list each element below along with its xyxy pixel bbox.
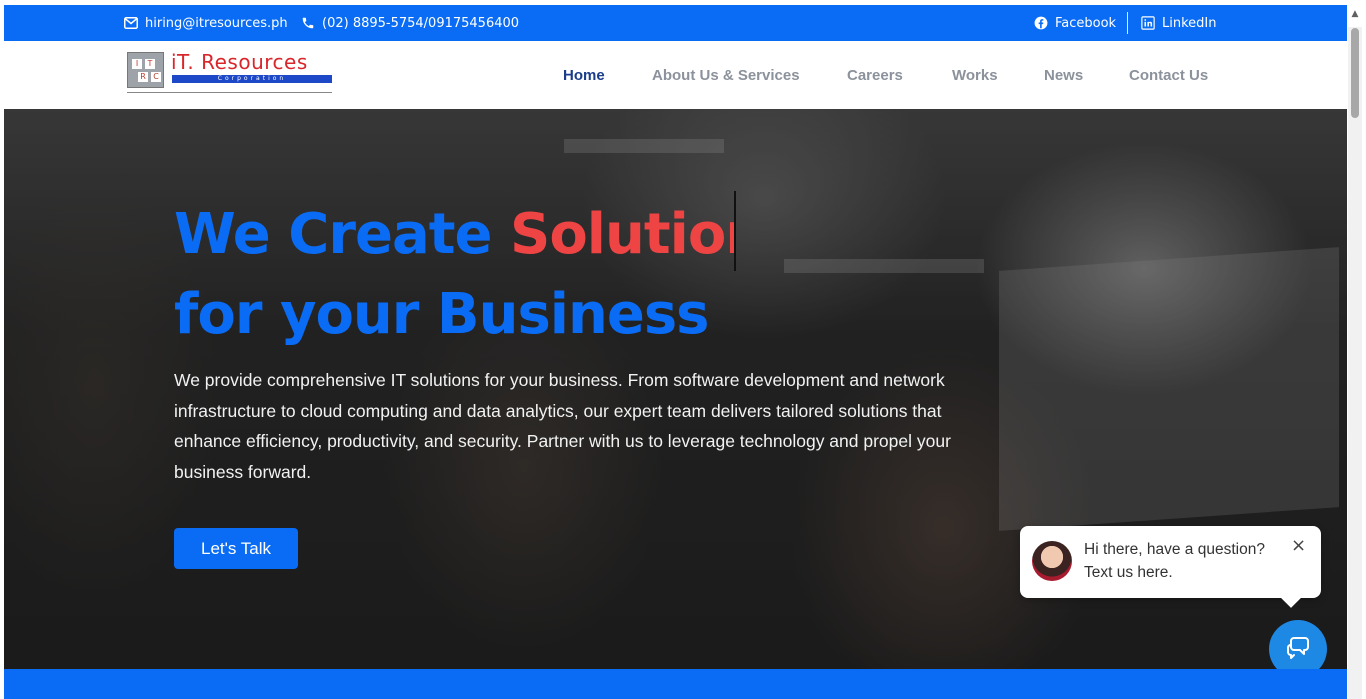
logo-tagline (127, 91, 337, 95)
nav-works[interactable]: Works (952, 67, 998, 84)
phone-text: (02) 8895-5754/09175456400 (322, 15, 520, 31)
logo-corporation: Corporation (172, 75, 332, 83)
company-logo[interactable]: I T R C iT. Resources Corporation (127, 50, 337, 96)
nav-contact-us[interactable]: Contact Us (1129, 67, 1208, 84)
hero-title-line2: for your Business (174, 282, 709, 347)
nav-about-us-services[interactable]: About Us & Services (652, 67, 800, 84)
typing-cursor (734, 191, 736, 271)
logo-it: iT. (171, 50, 195, 74)
close-icon[interactable]: × (1291, 536, 1306, 556)
nav-home[interactable]: Home (563, 67, 605, 84)
next-section-strip (4, 669, 1347, 699)
email-link[interactable]: hiring@itresources.ph (124, 5, 288, 41)
topbar-divider (1127, 12, 1128, 34)
chat-icon (1284, 633, 1312, 665)
facebook-text: Facebook (1055, 15, 1117, 31)
page: hiring@itresources.ph (02) 8895-5754/091… (4, 5, 1347, 699)
page-scrollbar[interactable] (1348, 27, 1362, 699)
nav-news[interactable]: News (1044, 67, 1083, 84)
linkedin-icon (1141, 16, 1155, 30)
hero-description: We provide comprehensive IT solutions fo… (174, 370, 951, 483)
facebook-link[interactable]: Facebook (1034, 5, 1116, 41)
logo-wordmark: iT. Resources (171, 50, 308, 74)
lets-talk-button[interactable]: Let's Talk (174, 528, 298, 569)
agent-avatar (1032, 541, 1072, 581)
top-contact-bar: hiring@itresources.ph (02) 8895-5754/091… (4, 5, 1347, 41)
linkedin-text: LinkedIn (1162, 15, 1217, 31)
logo-letter: I (132, 59, 142, 69)
linkedin-link[interactable]: LinkedIn (1141, 5, 1216, 41)
chat-line1: Hi there, have a question? (1084, 541, 1265, 558)
hero-title: We Create Solution for your Business (174, 191, 736, 355)
scrollbar-thumb[interactable] (1351, 28, 1359, 118)
chat-prompt-bubble[interactable]: Hi there, have a question? Text us here.… (1020, 526, 1321, 598)
hero-section: We Create Solution for your Business We … (4, 109, 1347, 669)
chat-line2: Text us here. (1084, 564, 1173, 581)
nav-careers[interactable]: Careers (847, 67, 903, 84)
hero-title-line1: We Create Solution (174, 191, 736, 275)
phone-link[interactable]: (02) 8895-5754/09175456400 (301, 5, 519, 41)
scroll-up-arrow[interactable]: ▲ (1349, 5, 1361, 23)
chat-prompt-text: Hi there, have a question? Text us here. (1084, 538, 1265, 584)
site-header: I T R C iT. Resources Corporation Home A… (4, 41, 1347, 109)
facebook-icon (1034, 16, 1048, 30)
logo-letter: C (151, 72, 161, 82)
logo-letter: T (145, 59, 155, 69)
email-text: hiring@itresources.ph (145, 15, 288, 31)
envelope-icon (124, 17, 138, 29)
chat-launcher-button[interactable] (1269, 620, 1327, 669)
logo-resources: Resources (201, 50, 308, 74)
logo-mark: I T R C (127, 52, 164, 88)
hero-title-prefix: We Create (174, 202, 510, 267)
logo-letter: R (138, 72, 148, 82)
phone-icon (301, 16, 315, 30)
hero-title-typed-word: Solution (509, 202, 734, 267)
